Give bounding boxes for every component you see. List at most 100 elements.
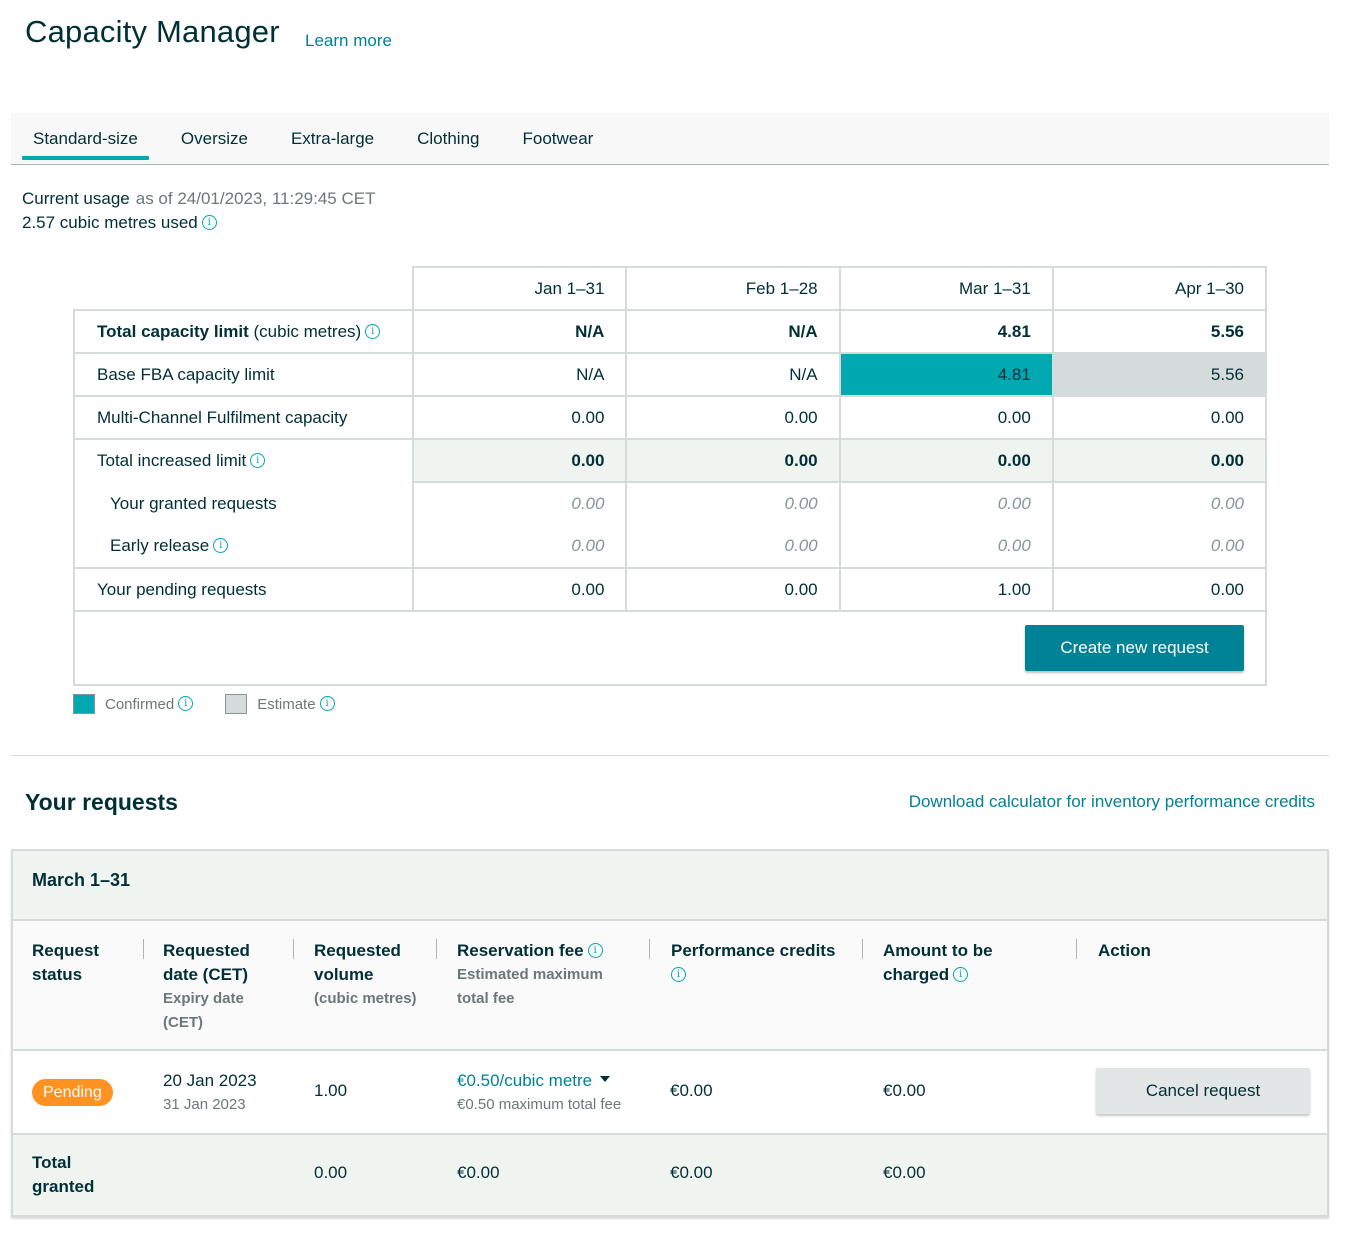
max-total-fee: €0.50 maximum total fee — [457, 1096, 622, 1113]
row-label: Total increased limit i — [72, 438, 415, 482]
legend-estimate: Estimate i — [225, 694, 335, 714]
expiry-date: 31 Jan 2023 — [163, 1096, 246, 1113]
column-header: Feb 1–28 — [625, 266, 841, 311]
cell-value: 0.00 — [838, 525, 1054, 569]
cell-value: 0.00 — [412, 481, 628, 525]
usage-label: Current usage — [22, 189, 130, 208]
usage-timestamp: as of 24/01/2023, 11:29:45 CET — [135, 189, 376, 208]
reservation-fee-dropdown[interactable]: €0.50/cubic metre — [457, 1071, 592, 1090]
cell-value: 5.56 — [1051, 309, 1268, 354]
requested-volume: 1.00 — [314, 1081, 348, 1100]
info-icon[interactable]: i — [213, 538, 229, 554]
cell-value: 0.00 — [625, 395, 841, 440]
requests-panel: March 1–31 Request status Requested date… — [11, 849, 1329, 1217]
caret-down-icon[interactable] — [600, 1075, 611, 1082]
cell-value: 0.00 — [412, 395, 628, 440]
cell-value: 0.00 — [838, 438, 1054, 483]
base-fba-row: Base FBA capacity limit N/A N/A 4.81 5.5… — [72, 352, 1268, 397]
cell-value-estimate: 5.56 — [1051, 352, 1268, 397]
header-requested-volume: Requested volume (cubic metres) — [314, 941, 417, 1007]
legend-confirmed: Confirmed i — [73, 694, 194, 714]
current-usage: Current usage as of 24/01/2023, 11:29:45 … — [22, 187, 375, 235]
info-icon[interactable]: i — [953, 967, 969, 983]
request-row: Pending 20 Jan 2023 31 Jan 2023 1.00 €0.… — [13, 1051, 1327, 1135]
total-credits: €0.00 — [670, 1163, 713, 1182]
header-amount-charged: Amount to be charged i — [883, 941, 993, 984]
cell-value: 0.00 — [412, 525, 628, 569]
cell-value: 0.00 — [1051, 481, 1268, 525]
total-granted-label: Total granted — [32, 1153, 95, 1196]
increased-limit-row: Total increased limit i 0.00 0.00 0.00 0.… — [72, 438, 1268, 483]
section-divider — [11, 755, 1329, 756]
row-label: Your pending requests — [72, 567, 415, 612]
header-request-status: Request status — [32, 941, 100, 984]
column-header: Jan 1–31 — [412, 266, 628, 311]
cell-value-confirmed: 4.81 — [838, 352, 1054, 397]
total-amount: €0.00 — [883, 1163, 926, 1182]
pending-requests-row: Your pending requests 0.00 0.00 1.00 0.0… — [72, 567, 1268, 612]
info-icon[interactable]: i — [319, 695, 335, 711]
total-volume: 0.00 — [314, 1163, 348, 1182]
cell-value: N/A — [412, 352, 628, 397]
info-icon[interactable]: i — [587, 943, 603, 959]
capacity-header-row: Jan 1–31 Feb 1–28 Mar 1–31 Apr 1–30 — [74, 266, 1268, 311]
cell-value: 0.00 — [1051, 438, 1268, 483]
header-action: Action — [1098, 941, 1151, 960]
page-title: Capacity Manager — [25, 14, 280, 49]
estimate-swatch — [225, 694, 248, 714]
cell-value: 0.00 — [838, 481, 1054, 525]
mcf-row: Multi-Channel Fulfilment capacity 0.00 0… — [72, 395, 1268, 440]
total-capacity-row: Total capacity limit (cubic metres) i N/A… — [72, 309, 1268, 354]
info-icon[interactable]: i — [178, 695, 194, 711]
usage-value: 2.57 cubic metres used — [22, 213, 198, 232]
header-performance-credits: Performance credits i — [671, 941, 836, 983]
cell-value: 0.00 — [625, 567, 841, 612]
cell-value: 0.00 — [838, 395, 1054, 440]
early-release-row: Early release i 0.00 0.00 0.00 0.00 — [72, 525, 1268, 569]
performance-credits: €0.00 — [670, 1081, 713, 1100]
amount-to-be-charged: €0.00 — [883, 1081, 926, 1100]
learn-more-link[interactable]: Learn more — [305, 31, 392, 51]
total-granted-row: Total granted 0.00 €0.00 €0.00 €0.00 — [13, 1135, 1327, 1215]
cell-value: N/A — [412, 309, 628, 354]
confirmed-swatch — [73, 694, 95, 714]
info-icon[interactable]: i — [671, 967, 686, 983]
info-icon[interactable]: i — [365, 323, 381, 339]
header-requested-date: Requested date (CET) Expiry date (CET) — [163, 941, 250, 1031]
tab-footwear[interactable]: Footwear — [511, 113, 604, 164]
row-label: Base FBA capacity limit — [72, 352, 415, 397]
total-fee: €0.00 — [457, 1163, 500, 1182]
requested-date: 20 Jan 2023 — [163, 1071, 257, 1090]
cell-value: 0.00 — [625, 438, 841, 483]
cell-value: 0.00 — [1051, 525, 1268, 569]
row-label: Early release i — [72, 525, 415, 569]
row-label: Your granted requests — [72, 482, 415, 525]
header-reservation-fee: Reservation fee i Estimated maximum total… — [457, 941, 603, 1007]
legend: Confirmed i Estimate i — [73, 694, 367, 714]
tab-extra-large[interactable]: Extra-large — [280, 113, 385, 164]
tab-clothing[interactable]: Clothing — [406, 113, 490, 164]
cell-value: 0.00 — [1051, 567, 1268, 612]
cancel-request-button[interactable]: Cancel request — [1096, 1068, 1310, 1114]
granted-requests-row: Your granted requests 0.00 0.00 0.00 0.0… — [72, 481, 1268, 525]
download-calculator-link[interactable]: Download calculator for inventory perfor… — [909, 792, 1315, 812]
tab-oversize[interactable]: Oversize — [170, 113, 259, 164]
info-icon[interactable]: i — [201, 215, 217, 231]
capacity-table-footer: Create new request — [73, 612, 1267, 686]
cell-value: N/A — [625, 352, 841, 397]
requests-title: Your requests — [25, 789, 178, 815]
cell-value: 4.81 — [838, 309, 1054, 354]
period-header: March 1–31 — [13, 851, 1327, 921]
tab-standard-size[interactable]: Standard-size — [22, 113, 149, 164]
row-label: Total capacity limit (cubic metres) i — [72, 309, 415, 354]
status-badge: Pending — [32, 1079, 113, 1106]
cell-value: 0.00 — [1051, 395, 1268, 440]
create-new-request-button[interactable]: Create new request — [1025, 625, 1244, 671]
capacity-table: Jan 1–31 Feb 1–28 Mar 1–31 Apr 1–30 Tota… — [72, 266, 1268, 686]
cell-value: 0.00 — [412, 438, 628, 483]
cell-value: N/A — [625, 309, 841, 354]
requests-table-header: Request status Requested date (CET) Expi… — [13, 921, 1327, 1051]
info-icon[interactable]: i — [250, 453, 266, 469]
cell-value: 1.00 — [838, 567, 1054, 612]
column-header: Apr 1–30 — [1051, 266, 1268, 311]
